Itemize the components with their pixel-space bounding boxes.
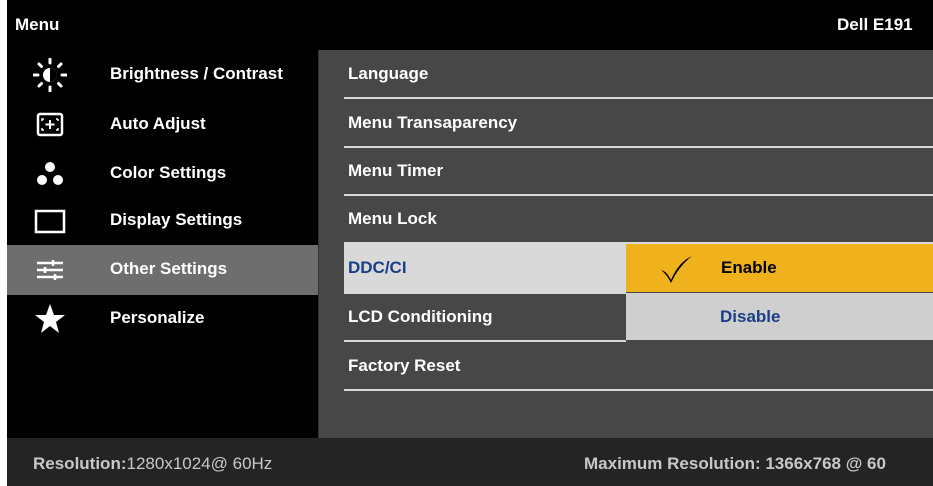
row-label: Menu Timer (348, 161, 444, 180)
color-settings-icon (33, 157, 67, 191)
resolution-label: Resolution: (33, 454, 127, 473)
star-icon (33, 302, 67, 336)
menu-row-menu-transparency[interactable]: Menu Transaparency (344, 99, 933, 148)
checkmark-icon (659, 254, 693, 284)
max-resolution: Maximum Resolution: 1366x768 @ 60 (584, 454, 886, 473)
menu-row-ddc-ci[interactable]: DDC/CI (344, 244, 626, 294)
settings-panel: Language Menu Transaparency Menu Timer M… (319, 50, 933, 438)
row-label: Factory Reset (348, 356, 461, 375)
sidebar: Brightness / Contrast Auto Adjust Color … (7, 50, 319, 438)
menu-header: Menu Dell E191 (7, 0, 933, 50)
sidebar-item-auto-adjust[interactable]: Auto Adjust (7, 100, 318, 150)
auto-adjust-icon (33, 108, 67, 142)
sidebar-item-label: Display Settings (110, 210, 243, 229)
option-enable-label: Enable (721, 258, 777, 277)
brightness-icon (33, 58, 67, 92)
sidebar-item-personalize[interactable]: Personalize (7, 294, 318, 344)
menu-row-lcd-conditioning[interactable]: LCD Conditioning (344, 293, 626, 342)
display-settings-icon (33, 204, 67, 238)
sidebar-item-label: Personalize (110, 308, 205, 327)
menu-title: Menu (15, 15, 60, 34)
option-disable[interactable]: Disable (626, 293, 933, 340)
row-label: LCD Conditioning (348, 307, 493, 326)
other-settings-icon (33, 253, 67, 287)
menu-row-factory-reset[interactable]: Factory Reset (344, 342, 933, 391)
status-bar: Resolution:1280x1024@ 60Hz Maximum Resol… (7, 438, 933, 486)
row-label: DDC/CI (348, 258, 407, 277)
sidebar-item-display-settings[interactable]: Display Settings (7, 196, 318, 246)
row-label: Menu Lock (348, 209, 437, 228)
option-enable[interactable]: Enable (626, 244, 933, 292)
monitor-model: Dell E191 (837, 15, 913, 34)
current-resolution: Resolution:1280x1024@ 60Hz (33, 454, 272, 474)
sidebar-item-brightness-contrast[interactable]: Brightness / Contrast (7, 50, 318, 100)
sidebar-item-label: Auto Adjust (110, 114, 206, 133)
sidebar-item-label: Brightness / Contrast (110, 64, 283, 83)
option-disable-label: Disable (720, 307, 781, 326)
menu-row-language[interactable]: Language (344, 50, 933, 99)
row-label: Language (348, 64, 429, 83)
menu-row-menu-lock[interactable]: Menu Lock (344, 195, 933, 244)
sidebar-item-label: Other Settings (110, 259, 228, 278)
resolution-value: 1280x1024@ 60Hz (126, 454, 273, 473)
menu-row-menu-timer[interactable]: Menu Timer (344, 147, 933, 196)
osd-menu-window: Menu Dell E191 Brightness / Contrast Aut… (7, 0, 933, 486)
row-label: Menu Transaparency (348, 113, 518, 132)
sidebar-item-color-settings[interactable]: Color Settings (7, 149, 318, 199)
sidebar-item-other-settings[interactable]: Other Settings (7, 245, 318, 295)
sidebar-item-label: Color Settings (110, 163, 227, 182)
